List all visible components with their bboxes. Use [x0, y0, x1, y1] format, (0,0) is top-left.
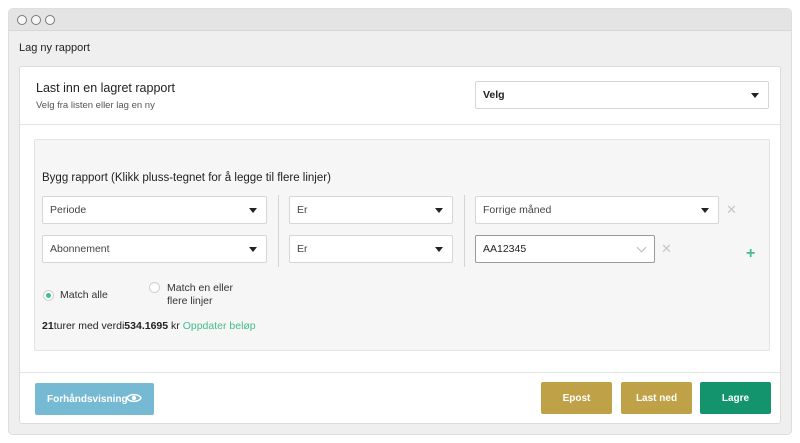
- caret-down-icon: [249, 208, 257, 213]
- update-amount-link[interactable]: Oppdater beløp: [183, 320, 256, 332]
- footer-divider: [20, 372, 780, 373]
- window-titlebar: [9, 9, 791, 31]
- trip-currency: kr: [168, 320, 180, 332]
- row2-value-input[interactable]: AA12345: [475, 235, 655, 263]
- column-divider: [278, 195, 279, 267]
- caret-down-icon: [435, 247, 443, 252]
- row1-close-icon[interactable]: ✕: [726, 203, 737, 216]
- row2-field-select[interactable]: Abonnement: [42, 235, 267, 263]
- caret-down-icon: [751, 93, 759, 98]
- page-title: Lag ny rapport: [19, 42, 90, 54]
- report-builder: Bygg rapport (Klikk pluss-tegnet for å l…: [34, 139, 770, 351]
- saved-report-select[interactable]: Velg: [475, 81, 769, 109]
- row2-operator-select[interactable]: Er: [289, 235, 453, 263]
- preview-button[interactable]: Forhåndsvisning: [35, 383, 154, 415]
- add-row-plus-icon[interactable]: +: [746, 246, 755, 262]
- column-divider: [464, 195, 465, 267]
- row1-field-value: Periode: [50, 204, 87, 216]
- chevron-down-icon: [636, 242, 647, 253]
- caret-down-icon: [249, 247, 257, 252]
- trip-count: 21: [42, 320, 54, 332]
- match-any-radio[interactable]: [149, 282, 160, 293]
- preview-button-label: Forhåndsvisning: [47, 393, 128, 405]
- eye-icon: [126, 393, 142, 403]
- trip-summary: 21turer med verdi534.1695 kr Oppdater be…: [42, 320, 256, 332]
- caret-down-icon: [435, 208, 443, 213]
- builder-title: Bygg rapport (Klikk pluss-tegnet for å l…: [42, 172, 331, 184]
- app-window: Lag ny rapport Last inn en lagret rappor…: [8, 8, 792, 435]
- email-button[interactable]: Epost: [541, 382, 612, 414]
- row1-field-select[interactable]: Periode: [42, 196, 267, 224]
- row1-operator-value: Er: [297, 204, 308, 216]
- match-all-label[interactable]: Match alle: [60, 289, 108, 302]
- trip-count-text: turer med verdi: [53, 320, 125, 332]
- section-divider: [20, 124, 780, 125]
- load-report-title: Last inn en lagret rapport: [36, 81, 175, 95]
- window-minimize-icon[interactable]: [31, 15, 41, 25]
- window-close-icon[interactable]: [17, 15, 27, 25]
- match-all-radio[interactable]: [43, 290, 54, 301]
- row1-value-select[interactable]: Forrige måned: [475, 196, 719, 224]
- caret-down-icon: [701, 208, 709, 213]
- row1-operator-select[interactable]: Er: [289, 196, 453, 224]
- load-report-subtitle: Velg fra listen eller lag en ny: [36, 100, 155, 111]
- row2-value-text: AA12345: [483, 243, 527, 255]
- row2-operator-value: Er: [297, 243, 308, 255]
- row2-close-icon[interactable]: ✕: [661, 242, 672, 255]
- window-maximize-icon[interactable]: [45, 15, 55, 25]
- match-any-label[interactable]: Match en eller flere linjer: [167, 282, 247, 308]
- save-button[interactable]: Lagre: [700, 382, 771, 414]
- saved-report-select-value: Velg: [483, 89, 505, 101]
- report-card: Last inn en lagret rapport Velg fra list…: [19, 66, 781, 424]
- row1-value-text: Forrige måned: [483, 204, 552, 216]
- trip-amount: 534.1695: [124, 320, 169, 332]
- row2-field-value: Abonnement: [50, 243, 110, 255]
- download-button[interactable]: Last ned: [621, 382, 692, 414]
